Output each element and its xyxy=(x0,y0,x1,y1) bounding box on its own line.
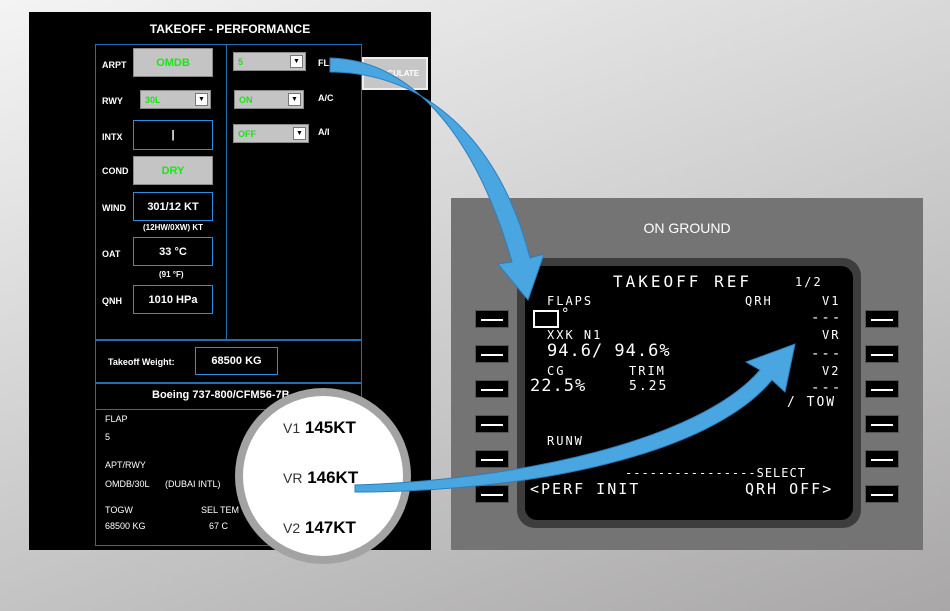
lsk-3l[interactable] xyxy=(475,380,509,398)
ac-label: A/C xyxy=(318,93,334,103)
qrh-label: QRH xyxy=(745,294,773,308)
lsk-5r[interactable] xyxy=(865,450,899,468)
result-flap-label: FLAP xyxy=(105,414,128,424)
cdu-screen: TAKEOFF REF 1/2 FLAPS QRH V1 ° --- XXK N… xyxy=(525,266,853,520)
qnh-label: QNH xyxy=(102,296,122,306)
cond-label: COND xyxy=(102,166,129,176)
lsk-4r[interactable] xyxy=(865,415,899,433)
cg-value: 22.5% xyxy=(530,376,587,396)
lsk-3r[interactable] xyxy=(865,380,899,398)
v2-label: V2 xyxy=(822,364,841,378)
wind-field[interactable]: 301/12 KT xyxy=(133,192,213,221)
chevron-down-icon[interactable]: ▼ xyxy=(288,93,301,106)
mag-vr-value: 146KT xyxy=(307,468,359,487)
ac-select-value: ON xyxy=(239,94,253,105)
arpt-label: ARPT xyxy=(102,60,127,70)
rwy-select[interactable]: 30L ▼ xyxy=(140,90,211,109)
cdu-title: TAKEOFF REF xyxy=(613,272,752,291)
lsk-4l[interactable] xyxy=(475,415,509,433)
mag-v2-label: V2 xyxy=(283,520,301,536)
tow-label: / TOW xyxy=(787,395,837,410)
calculate-button[interactable]: CALCULATE xyxy=(362,57,428,90)
result-airport-name: (DUBAI INTL) xyxy=(165,479,221,489)
v-speeds-magnifier: V1 145KT VR 146KT V2 147KT xyxy=(235,388,411,564)
mag-v2-value: 147KT xyxy=(304,518,356,537)
lsk-5l[interactable] xyxy=(475,450,509,468)
flap-select[interactable]: 5 ▼ xyxy=(233,52,306,71)
perf-init-prompt[interactable]: <PERF INIT xyxy=(530,480,640,498)
intx-label: INTX xyxy=(102,132,123,142)
oat-label: OAT xyxy=(102,249,121,259)
lsk-1r[interactable] xyxy=(865,310,899,328)
oat-field[interactable]: 33 °C xyxy=(133,237,213,266)
result-seltemp-label: SEL TEM xyxy=(201,505,240,515)
mag-vr-label: VR xyxy=(283,470,303,486)
result-aptrwy-label: APT/RWY xyxy=(105,460,146,470)
n1-label: XXK N1 xyxy=(547,328,603,342)
tow-input[interactable]: 68500 KG xyxy=(195,347,278,375)
result-seltemp-value: 67 C xyxy=(209,521,229,531)
ai-select-value: OFF xyxy=(238,128,256,139)
rwy-label: RWY xyxy=(102,96,123,106)
chevron-down-icon[interactable]: ▼ xyxy=(290,55,303,68)
aircraft-title: Boeing 737-800/CFM56-7B xyxy=(152,389,290,401)
lsk-6l[interactable] xyxy=(475,485,509,503)
v1-label: V1 xyxy=(822,294,841,308)
inputs-divider xyxy=(226,44,227,340)
wind-label: WIND xyxy=(102,203,126,213)
wind-components: (12HW/0XW) KT xyxy=(143,223,203,232)
arpt-field[interactable]: OMDB xyxy=(133,48,213,77)
tow-label: Takeoff Weight: xyxy=(108,357,175,367)
runway-label: RUNW xyxy=(547,434,584,448)
vr-result: VR 146KT xyxy=(283,468,358,488)
result-togw-label: TOGW xyxy=(105,505,133,515)
chevron-down-icon[interactable]: ▼ xyxy=(195,93,208,106)
chevron-down-icon[interactable]: ▼ xyxy=(293,127,306,140)
v2-value: --- xyxy=(811,380,843,396)
ai-select[interactable]: OFF ▼ xyxy=(233,124,309,143)
trim-value: 5.25 xyxy=(629,379,669,394)
v1-value: --- xyxy=(811,310,843,326)
oat-fahrenheit: (91 °F) xyxy=(159,270,184,279)
select-line: ----------------SELECT xyxy=(625,466,806,480)
lsk-6r[interactable] xyxy=(865,485,899,503)
lsk-2r[interactable] xyxy=(865,345,899,363)
trim-label: TRIM xyxy=(629,364,666,378)
qnh-field[interactable]: 1010 HPa xyxy=(133,285,213,314)
on-ground-header: ON GROUND xyxy=(643,220,731,236)
vr-value: --- xyxy=(811,346,843,362)
v1-result: V1 145KT xyxy=(283,418,356,438)
panel-title: TAKEOFF - PERFORMANCE xyxy=(149,22,311,36)
ai-label: A/I xyxy=(318,127,330,137)
flaps-entry-box[interactable] xyxy=(533,310,559,328)
v2-result: V2 147KT xyxy=(283,518,356,538)
cdu-bezel: TAKEOFF REF 1/2 FLAPS QRH V1 ° --- XXK N… xyxy=(517,258,861,528)
flap-label: FLAP xyxy=(318,58,342,68)
rwy-select-value: 30L xyxy=(145,94,161,105)
qrh-off-prompt[interactable]: QRH OFF> xyxy=(745,480,833,498)
result-flap-value: 5 xyxy=(105,432,111,442)
lsk-2l[interactable] xyxy=(475,345,509,363)
result-togw-value: 68500 KG xyxy=(105,521,146,531)
cond-field[interactable]: DRY xyxy=(133,156,213,185)
result-aptrwy-value: OMDB/30L xyxy=(105,479,150,489)
vr-label: VR xyxy=(822,328,841,342)
mag-v1-label: V1 xyxy=(283,420,301,436)
ac-select[interactable]: ON ▼ xyxy=(234,90,304,109)
cdu-page-number: 1/2 xyxy=(795,275,823,289)
mag-v1-value: 145KT xyxy=(304,418,356,437)
intx-input[interactable]: | xyxy=(133,120,213,150)
degree-symbol: ° xyxy=(561,306,572,322)
fmc-display-panel: ON GROUND TAKEOFF REF 1/2 FLAPS QRH V1 °… xyxy=(451,198,923,550)
flap-select-value: 5 xyxy=(238,56,244,67)
lsk-1l[interactable] xyxy=(475,310,509,328)
n1-value: 94.6/ 94.6% xyxy=(547,341,671,361)
